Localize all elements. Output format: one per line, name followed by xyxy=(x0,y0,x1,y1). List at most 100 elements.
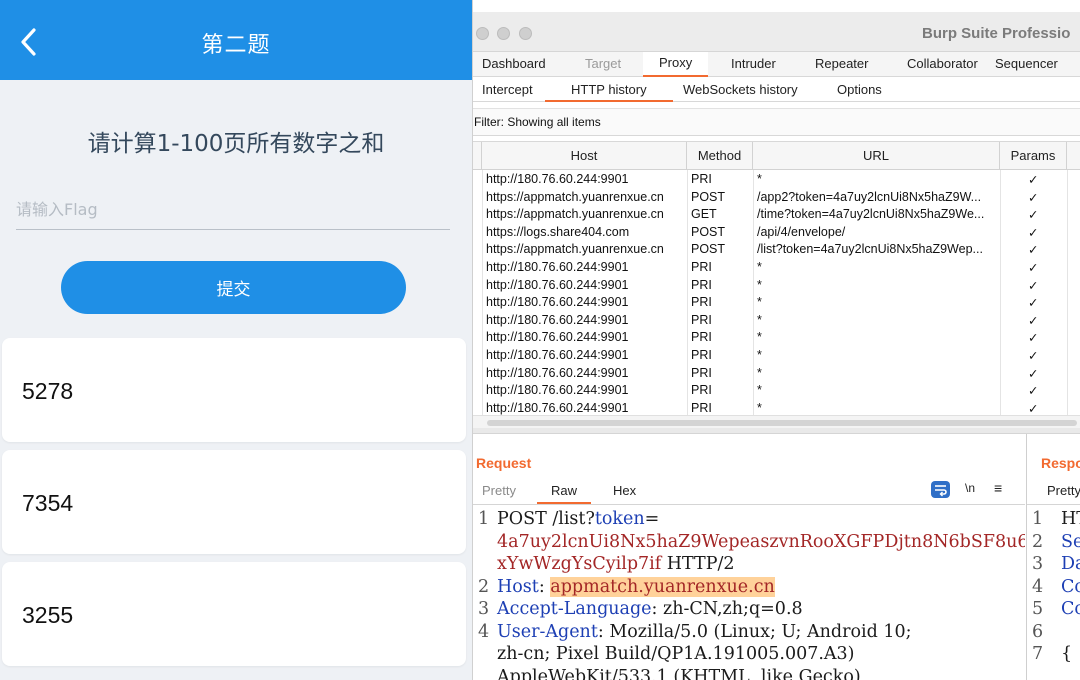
cell-url: * xyxy=(757,383,762,398)
tab-intercept[interactable]: Intercept xyxy=(482,82,533,97)
cell-host: http://180.76.60.244:9901 xyxy=(486,383,629,398)
param-name: token xyxy=(594,509,645,529)
cell-params: ✓ xyxy=(1028,296,1039,311)
code-line: POST /list?token= xyxy=(497,508,659,531)
number-value: 3255 xyxy=(22,602,74,628)
code-line: HT xyxy=(1061,509,1080,529)
horizontal-scrollbar[interactable] xyxy=(473,415,1080,428)
cell-url: * xyxy=(757,330,762,345)
cell-method: GET xyxy=(691,207,717,222)
cell-method: PRI xyxy=(691,383,712,398)
app-header: 第二题 xyxy=(0,0,472,80)
submit-button[interactable]: 提交 xyxy=(61,261,406,314)
tab-collaborator[interactable]: Collaborator xyxy=(907,56,978,71)
table-row[interactable]: http://180.76.60.244:9901 PRI * ✓ xyxy=(473,329,1080,347)
close-window-button[interactable] xyxy=(476,27,489,40)
table-row[interactable]: http://180.76.60.244:9901 PRI * ✓ xyxy=(473,382,1080,400)
tab-repeater[interactable]: Repeater xyxy=(815,56,868,71)
tab-proxy[interactable]: Proxy xyxy=(643,52,709,77)
maximize-window-button[interactable] xyxy=(519,27,532,40)
code-line: xYwWzgYsCyilp7if HTTP/2 xyxy=(497,553,735,576)
divider xyxy=(473,504,1025,505)
number-card: 3255 xyxy=(2,562,466,666)
cell-host: http://180.76.60.244:9901 xyxy=(486,312,629,327)
cell-params: ✓ xyxy=(1028,331,1039,346)
cell-host: https://appmatch.yuanrenxue.cn xyxy=(486,242,664,257)
table-row[interactable]: http://180.76.60.244:9901 PRI * ✓ xyxy=(473,171,1080,189)
equals-sign: = xyxy=(644,509,660,529)
flag-input[interactable] xyxy=(16,190,450,230)
cell-params: ✓ xyxy=(1028,173,1039,187)
line-number: 1 xyxy=(1032,509,1044,529)
cell-params: ✓ xyxy=(1028,401,1039,416)
number-value: 5278 xyxy=(22,378,74,404)
header-value-highlighted: appmatch.yuanrenxue.cn xyxy=(550,576,775,597)
cell-params: ✓ xyxy=(1028,208,1039,223)
table-row[interactable]: https://appmatch.yuanrenxue.cn POST/app2?… xyxy=(473,189,1080,207)
tab-hex[interactable]: Hex xyxy=(613,483,636,498)
cell-url: /api/4/envelope/ xyxy=(757,224,846,239)
code-line: User-Agent: Mozilla/5.0 (Linux; U; Andro… xyxy=(497,621,912,644)
table-row[interactable]: http://180.76.60.244:9901 PRI * ✓ xyxy=(473,365,1080,383)
line-number: 7 xyxy=(1032,644,1044,664)
number-card: 5278 xyxy=(2,338,466,442)
tab-pretty-response[interactable]: Pretty xyxy=(1047,483,1080,498)
table-row[interactable]: https://appmatch.yuanrenxue.cn POST/list?… xyxy=(473,241,1080,259)
word-wrap-icon[interactable] xyxy=(931,481,950,498)
tab-raw[interactable]: Raw xyxy=(537,479,592,504)
cell-host: http://180.76.60.244:9901 xyxy=(486,277,629,292)
minimize-window-button[interactable] xyxy=(497,27,510,40)
cell-url: * xyxy=(757,365,762,380)
question-text: 请计算1-100页所有数字之和 xyxy=(87,131,385,157)
request-panel: Request Pretty Raw Hex \n ≡ 1 POST /list… xyxy=(473,434,1025,680)
column-header-url[interactable]: URL xyxy=(753,142,1000,170)
scrollbar-thumb[interactable] xyxy=(487,420,1077,426)
table-row[interactable]: http://180.76.60.244:9901 PRI * ✓ xyxy=(473,347,1080,365)
filter-bar[interactable]: Filter: Showing all items xyxy=(473,108,1080,136)
tab-pretty[interactable]: Pretty xyxy=(482,483,516,498)
code-line: Se xyxy=(1061,531,1080,552)
line-number: 2 xyxy=(478,576,490,597)
cell-url: /list?token=4a7uy2lcnUi8Nx5haZ9Wep... xyxy=(757,242,983,257)
cell-host: http://180.76.60.244:9901 xyxy=(486,295,629,310)
tab-http-history[interactable]: HTTP history xyxy=(545,77,673,102)
tab-websockets-history[interactable]: WebSockets history xyxy=(683,82,798,97)
mobile-app: 第二题 请计算1-100页所有数字之和 提交 5278 7354 3255 xyxy=(0,0,472,680)
filter-text: Filter: Showing all items xyxy=(474,115,601,129)
column-header-method[interactable]: Method xyxy=(687,142,753,170)
cell-host: https://appmatch.yuanrenxue.cn xyxy=(486,189,664,204)
tab-target[interactable]: Target xyxy=(585,56,621,71)
header-value: zh-cn; Pixel Build/QP1A.191005.007.A3) xyxy=(497,644,855,664)
header-value: AppleWebKit/533.1 (KHTML, like Gecko) xyxy=(497,666,861,680)
cell-params: ✓ xyxy=(1028,278,1039,293)
newline-toggle-icon[interactable]: \n xyxy=(965,481,975,495)
tab-intruder[interactable]: Intruder xyxy=(731,56,776,71)
tab-sequencer[interactable]: Sequencer xyxy=(995,56,1058,71)
param-value: xYwWzgYsCyilp7if xyxy=(497,554,662,574)
request-title: Request xyxy=(476,455,532,471)
line-number: 6 xyxy=(1032,621,1044,642)
column-header-host[interactable]: Host xyxy=(482,142,687,170)
column-header-params[interactable]: Params xyxy=(1000,142,1067,170)
cell-url: * xyxy=(757,277,762,292)
cell-method: PRI xyxy=(691,330,712,345)
column-header-index[interactable] xyxy=(473,142,482,170)
table-row[interactable]: http://180.76.60.244:9901 PRI * ✓ xyxy=(473,312,1080,330)
cell-url: /app2?token=4a7uy2lcnUi8Nx5haZ9W... xyxy=(757,189,982,204)
cell-host: http://180.76.60.244:9901 xyxy=(486,400,629,415)
table-row[interactable]: https://logs.share404.com POST/api/4/enve… xyxy=(473,224,1080,242)
burp-suite-window: Burp Suite Professio Dashboard Target Pr… xyxy=(472,0,1080,680)
protocol: HTTP/2 xyxy=(661,554,735,574)
tab-dashboard[interactable]: Dashboard xyxy=(482,56,546,71)
cell-method: PRI xyxy=(691,277,712,292)
line-number: 3 xyxy=(1032,554,1044,574)
tab-options[interactable]: Options xyxy=(837,82,882,97)
menu-icon[interactable]: ≡ xyxy=(994,480,1002,496)
table-row[interactable]: http://180.76.60.244:9901 PRI * ✓ xyxy=(473,277,1080,295)
table-row[interactable]: https://appmatch.yuanrenxue.cn GET/time?t… xyxy=(473,206,1080,224)
page-title: 第二题 xyxy=(201,33,271,58)
table-row[interactable]: http://180.76.60.244:9901 PRI * ✓ xyxy=(473,259,1080,277)
cell-method: PRI xyxy=(691,365,712,380)
code-line: Da xyxy=(1061,554,1080,574)
table-row[interactable]: http://180.76.60.244:9901 PRI * ✓ xyxy=(473,294,1080,312)
